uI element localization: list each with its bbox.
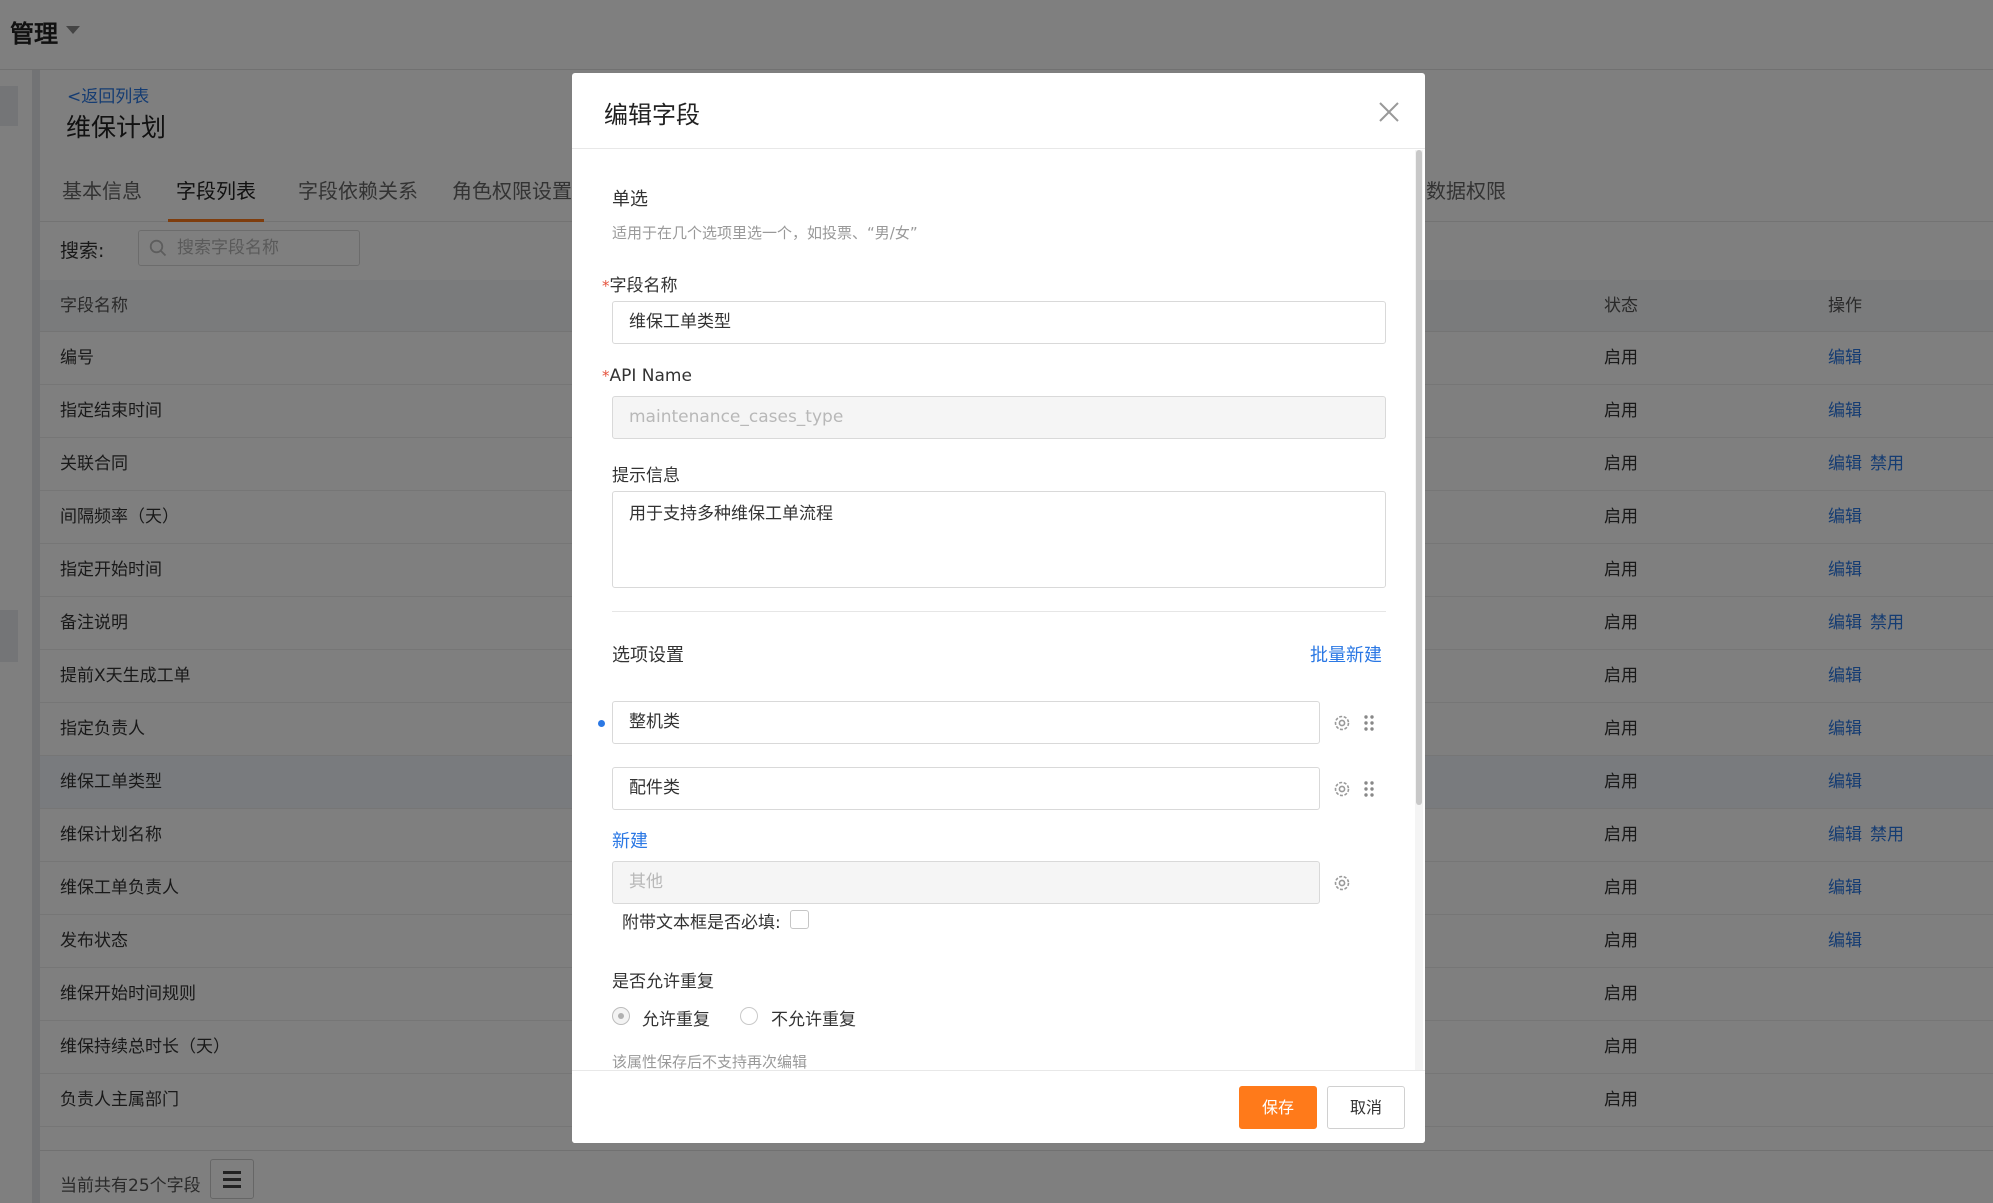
dialog-header: 编辑字段: [572, 73, 1425, 149]
dialog-footer: 保存 取消: [572, 1070, 1425, 1143]
allow-duplicate-label: 允许重复: [642, 1010, 710, 1030]
save-button[interactable]: 保存: [1239, 1086, 1317, 1129]
edit-field-dialog: 编辑字段 单选 适用于在几个选项里选一个，如投票、“男/女” *字段名称 维保工…: [572, 73, 1425, 1143]
new-option-link[interactable]: 新建: [612, 827, 648, 853]
other-option-input: 其他: [612, 861, 1320, 904]
gear-icon[interactable]: [1332, 713, 1352, 733]
batch-create-link[interactable]: 批量新建: [1310, 641, 1382, 667]
allow-duplicate-radio[interactable]: [612, 1007, 630, 1025]
required-mark: *: [602, 367, 610, 385]
api-name-label: *API Name: [602, 366, 692, 386]
options-section-title: 选项设置: [612, 645, 684, 666]
hint-info-textarea[interactable]: 用于支持多种维保工单流程: [612, 491, 1386, 588]
field-type-description: 适用于在几个选项里选一个，如投票、“男/女”: [612, 224, 918, 242]
default-option-dot: [598, 720, 605, 727]
field-type-title: 单选: [612, 189, 648, 210]
scrollbar-thumb[interactable]: [1416, 150, 1422, 805]
cancel-button[interactable]: 取消: [1327, 1086, 1405, 1129]
required-mark: *: [602, 277, 610, 295]
gear-icon[interactable]: [1332, 873, 1352, 893]
extra-text-required-label: 附带文本框是否必填:: [622, 913, 781, 933]
option-input[interactable]: 配件类: [612, 767, 1320, 810]
allow-duplicate-title: 是否允许重复: [612, 972, 714, 992]
disallow-duplicate-label: 不允许重复: [771, 1010, 856, 1030]
extra-text-required-checkbox[interactable]: [790, 910, 809, 929]
close-icon[interactable]: [1378, 101, 1400, 123]
field-name-label: *字段名称: [602, 276, 678, 296]
dialog-body: 单选 适用于在几个选项里选一个，如投票、“男/女” *字段名称 维保工单类型 *…: [572, 150, 1425, 1070]
option-input[interactable]: 整机类: [612, 701, 1320, 744]
field-name-input[interactable]: 维保工单类型: [612, 301, 1386, 344]
drag-handle-icon[interactable]: [1362, 713, 1376, 733]
section-divider: [612, 611, 1386, 612]
dialog-title: 编辑字段: [604, 101, 700, 129]
gear-icon[interactable]: [1332, 779, 1352, 799]
disallow-duplicate-radio[interactable]: [740, 1007, 758, 1025]
drag-handle-icon[interactable]: [1362, 779, 1376, 799]
hint-info-label: 提示信息: [612, 466, 680, 486]
api-name-input: maintenance_cases_type: [612, 396, 1386, 439]
duplicate-hint: 该属性保存后不支持再次编辑: [612, 1053, 808, 1070]
